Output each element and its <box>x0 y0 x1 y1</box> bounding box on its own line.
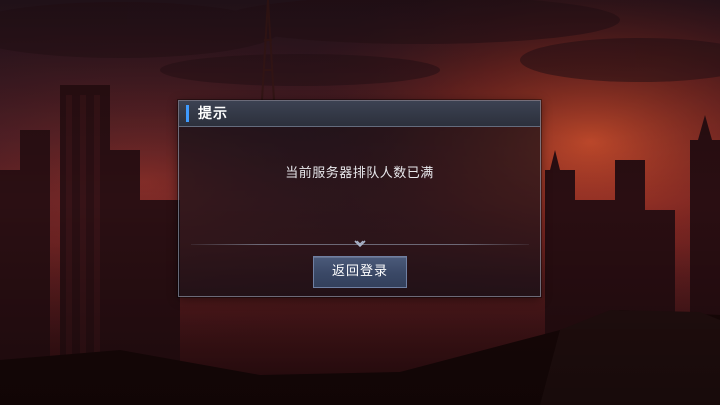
return-to-login-button[interactable]: 返回登录 <box>313 256 407 288</box>
dialog-title: 提示 <box>198 106 228 122</box>
diamond-chevron-icon <box>354 240 366 248</box>
dialog-message: 当前服务器排队人数已满 <box>285 166 434 181</box>
queue-full-dialog: 提示 当前服务器排队人数已满 返回登录 <box>178 100 541 297</box>
title-accent-bar <box>186 105 189 122</box>
dialog-header: 提示 <box>179 101 540 127</box>
